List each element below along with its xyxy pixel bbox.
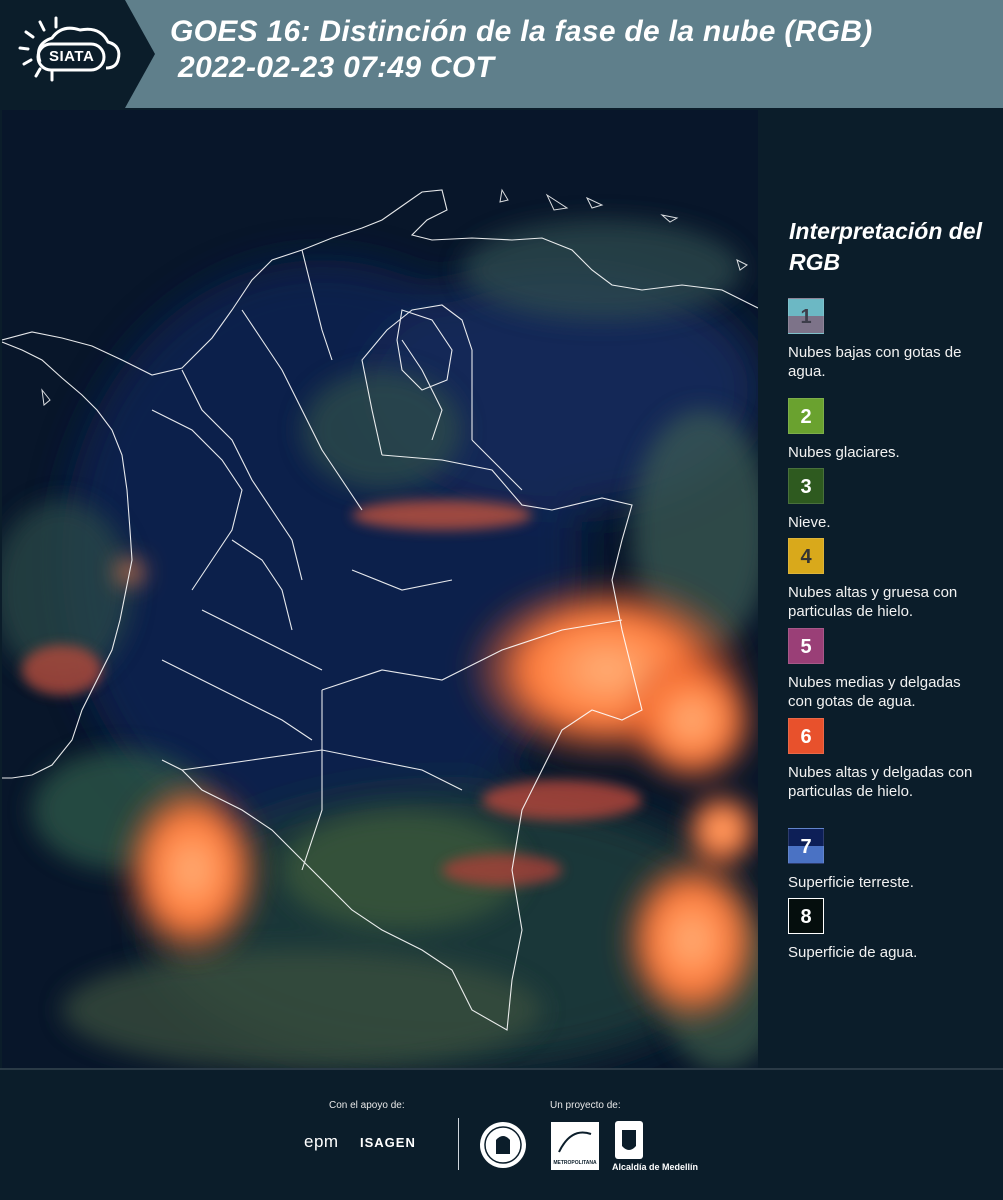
legend-number: 3 [800, 476, 812, 498]
legend-item-8: 8 Superficie de agua. [788, 898, 988, 962]
legend-item-4: 4 Nubes altas y gruesa con particulas de … [788, 538, 988, 621]
metropolitana-text: METROPOLITANA [553, 1160, 597, 1166]
header-banner: SIATA GOES 16: Distinción de la fase de … [0, 0, 1003, 108]
satellite-map [2, 110, 758, 1068]
support-label: Con el apoyo de: [329, 1100, 405, 1111]
legend-title: Interpretación del RGB [789, 218, 982, 275]
epm-logo: epm [304, 1132, 339, 1151]
legend-number: 5 [800, 636, 812, 658]
legend-item-3: 3 Nieve. [788, 468, 988, 532]
title-line-1: GOES 16: Distinción de la fase de la nub… [170, 15, 873, 48]
legend-number: 1 [800, 306, 812, 328]
legend-label: Nubes medias y delgadas con gotas de agu… [788, 674, 961, 710]
legend-swatch: 3 [788, 468, 824, 504]
page-title: GOES 16: Distinción de la fase de la nub… [170, 14, 873, 86]
legend-label: Superficie terreste. [788, 874, 914, 891]
legend-label: Nubes altas y delgadas con particulas de… [788, 764, 973, 800]
metropolitana-logo: METROPOLITANA [551, 1122, 601, 1177]
legend-item-5: 5 Nubes medias y delgadas con gotas de ag… [788, 628, 988, 711]
legend-swatch: 5 [788, 628, 824, 664]
legend-number: 2 [800, 406, 812, 428]
legend-panel: Interpretación del RGB 1 Nubes bajas con … [760, 110, 1003, 1068]
legend-swatch: 7 [788, 828, 824, 864]
legend-number: 7 [800, 836, 812, 858]
siata-logo: SIATA [0, 0, 155, 108]
legend-number: 8 [800, 906, 812, 928]
footer-divider [458, 1118, 459, 1170]
legend-swatch: 4 [788, 538, 824, 574]
legend-item-6: 6 Nubes altas y delgadas con particulas d… [788, 718, 988, 801]
legend-swatch: 6 [788, 718, 824, 754]
legend-number: 4 [800, 546, 812, 568]
legend-item-7: 7 Superficie terreste. [788, 828, 988, 892]
title-line-2: 2022-02-23 07:49 COT [178, 51, 495, 84]
alcaldia-logo [614, 1120, 644, 1165]
seal-logo [478, 1120, 528, 1175]
isagen-logo: ISAGEN [360, 1135, 416, 1150]
logo-text: SIATA [49, 48, 95, 65]
legend-swatch: 2 [788, 398, 824, 434]
legend-label: Superficie de agua. [788, 944, 918, 961]
legend-swatch: 1 [788, 298, 824, 334]
footer: Con el apoyo de: Un proyecto de: epm ISA… [0, 1068, 1003, 1200]
legend-label: Nubes altas y gruesa con particulas de h… [788, 584, 958, 620]
legend-item-1: 1 Nubes bajas con gotas de agua. [788, 298, 988, 381]
legend-label: Nubes glaciares. [788, 444, 900, 461]
project-label: Un proyecto de: [550, 1100, 621, 1111]
legend-swatch: 8 [788, 898, 824, 934]
legend-label: Nieve. [788, 514, 831, 531]
legend-item-2: 2 Nubes glaciares. [788, 398, 988, 462]
alcaldia-label: Alcaldía de Medellín [612, 1162, 699, 1172]
legend-label: Nubes bajas con gotas de agua. [788, 344, 962, 380]
legend-number: 6 [800, 726, 812, 748]
